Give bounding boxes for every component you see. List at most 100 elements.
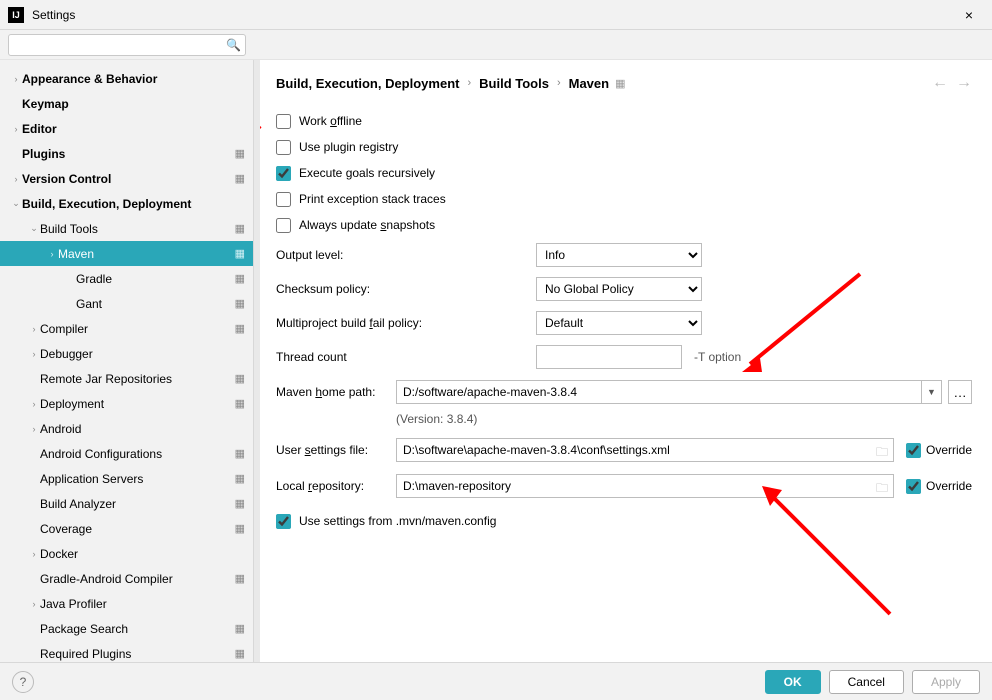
tree-item-build-execution-deployment[interactable]: ⌄Build, Execution, Deployment: [0, 191, 253, 216]
scope-icon: ▦: [615, 77, 625, 90]
tree-item-docker[interactable]: ›Docker: [0, 541, 253, 566]
output-level-select[interactable]: Info: [536, 243, 702, 267]
expand-icon[interactable]: ›: [46, 249, 58, 259]
tree-item-remote-jar-repositories[interactable]: Remote Jar Repositories▦: [0, 366, 253, 391]
expand-icon[interactable]: ›: [28, 549, 40, 559]
tree-item-compiler[interactable]: ›Compiler▦: [0, 316, 253, 341]
tree-item-build-analyzer[interactable]: Build Analyzer▦: [0, 491, 253, 516]
tree-item-label: Build Tools: [40, 222, 235, 236]
override-label[interactable]: Override: [926, 443, 972, 457]
output-level-label: Output level:: [276, 248, 536, 262]
maven-version-note: (Version: 3.8.4): [276, 412, 972, 426]
local-repo-input[interactable]: [396, 474, 894, 498]
breadcrumb-a[interactable]: Build, Execution, Deployment: [276, 76, 459, 91]
scope-icon: ▦: [235, 397, 245, 410]
maven-home-label[interactable]: Maven home path:: [276, 385, 396, 399]
tree-item-appearance-behavior[interactable]: ›Appearance & Behavior: [0, 66, 253, 91]
nav-forward-icon[interactable]: →: [956, 74, 972, 92]
breadcrumb-b[interactable]: Build Tools: [479, 76, 549, 91]
expand-icon[interactable]: ›: [10, 174, 22, 184]
thread-count-input[interactable]: [536, 345, 682, 369]
maven-home-input[interactable]: [396, 380, 922, 404]
expand-icon[interactable]: ›: [28, 599, 40, 609]
cancel-button[interactable]: Cancel: [829, 670, 904, 694]
search-icon: 🔍: [226, 38, 241, 52]
execute-recursive-label[interactable]: Execute goals recursively: [299, 166, 435, 180]
scope-icon: ▦: [235, 147, 245, 160]
tree-item-label: Appearance & Behavior: [22, 72, 245, 86]
expand-icon[interactable]: ›: [28, 324, 40, 334]
expand-icon[interactable]: ⌄: [28, 223, 40, 234]
breadcrumb-c[interactable]: Maven: [569, 76, 609, 91]
help-button[interactable]: ?: [12, 671, 34, 693]
use-mvn-config-checkbox[interactable]: [276, 514, 291, 529]
tree-item-package-search[interactable]: Package Search▦: [0, 616, 253, 641]
tree-item-label: Plugins: [22, 147, 235, 161]
tree-item-gradle-android-compiler[interactable]: Gradle-Android Compiler▦: [0, 566, 253, 591]
tree-item-version-control[interactable]: ›Version Control▦: [0, 166, 253, 191]
annotation-arrow: [760, 484, 900, 624]
apply-button[interactable]: Apply: [912, 670, 980, 694]
tree-item-label: Android: [40, 422, 245, 436]
scope-icon: ▦: [235, 572, 245, 585]
tree-item-deployment[interactable]: ›Deployment▦: [0, 391, 253, 416]
fail-policy-select[interactable]: Default: [536, 311, 702, 335]
work-offline-checkbox[interactable]: [276, 114, 291, 129]
expand-icon[interactable]: ›: [28, 399, 40, 409]
tree-item-gradle[interactable]: Gradle▦: [0, 266, 253, 291]
use-mvn-config-label[interactable]: Use settings from .mvn/maven.config: [299, 514, 496, 528]
local-repo-override-checkbox[interactable]: [906, 479, 921, 494]
folder-icon[interactable]: 🗀: [876, 479, 888, 500]
ok-button[interactable]: OK: [765, 670, 821, 694]
settings-tree[interactable]: ›Appearance & BehaviorKeymap›EditorPlugi…: [0, 60, 254, 662]
tree-item-plugins[interactable]: Plugins▦: [0, 141, 253, 166]
tree-item-label: Maven: [58, 247, 235, 261]
tree-item-label: Gradle: [76, 272, 235, 286]
local-repo-label[interactable]: Local repository:: [276, 479, 396, 493]
tree-item-android-configurations[interactable]: Android Configurations▦: [0, 441, 253, 466]
tree-item-keymap[interactable]: Keymap: [0, 91, 253, 116]
tree-item-label: Application Servers: [40, 472, 235, 486]
user-settings-label[interactable]: User settings file:: [276, 443, 396, 457]
tree-item-editor[interactable]: ›Editor: [0, 116, 253, 141]
print-traces-checkbox[interactable]: [276, 192, 291, 207]
scope-icon: ▦: [235, 522, 245, 535]
tree-item-debugger[interactable]: ›Debugger: [0, 341, 253, 366]
user-settings-override-checkbox[interactable]: [906, 443, 921, 458]
expand-icon[interactable]: ›: [28, 424, 40, 434]
update-snapshots-checkbox[interactable]: [276, 218, 291, 233]
maven-form: Work offline Use plugin registry Execute…: [260, 104, 992, 662]
tree-item-gant[interactable]: Gant▦: [0, 291, 253, 316]
tree-item-label: Android Configurations: [40, 447, 235, 461]
execute-recursive-checkbox[interactable]: [276, 166, 291, 181]
tree-item-coverage[interactable]: Coverage▦: [0, 516, 253, 541]
override-label[interactable]: Override: [926, 479, 972, 493]
maven-home-browse-button[interactable]: …: [948, 380, 972, 404]
expand-icon[interactable]: ›: [10, 124, 22, 134]
checksum-select[interactable]: No Global Policy: [536, 277, 702, 301]
maven-home-dropdown[interactable]: ▼: [922, 380, 942, 404]
footer: ? OK Cancel Apply: [0, 662, 992, 700]
search-input[interactable]: [8, 34, 246, 56]
plugin-registry-label[interactable]: Use plugin registry: [299, 140, 398, 154]
user-settings-input[interactable]: [396, 438, 894, 462]
expand-icon[interactable]: ›: [28, 349, 40, 359]
tree-item-build-tools[interactable]: ⌄Build Tools▦: [0, 216, 253, 241]
update-snapshots-label[interactable]: Always update snapshots: [299, 218, 435, 232]
expand-icon[interactable]: ›: [10, 74, 22, 84]
thread-count-label: Thread count: [276, 350, 536, 364]
tree-item-maven[interactable]: ›Maven▦: [0, 241, 253, 266]
tree-item-android[interactable]: ›Android: [0, 416, 253, 441]
tree-item-required-plugins[interactable]: Required Plugins▦: [0, 641, 253, 662]
tree-item-application-servers[interactable]: Application Servers▦: [0, 466, 253, 491]
tree-item-java-profiler[interactable]: ›Java Profiler: [0, 591, 253, 616]
folder-icon[interactable]: 🗀: [876, 443, 888, 464]
tree-item-label: Deployment: [40, 397, 235, 411]
plugin-registry-checkbox[interactable]: [276, 140, 291, 155]
nav-back-icon[interactable]: ←: [932, 74, 948, 92]
work-offline-label[interactable]: Work offline: [299, 114, 362, 128]
expand-icon[interactable]: ⌄: [10, 198, 22, 209]
fail-policy-label[interactable]: Multiproject build fail policy:: [276, 316, 536, 330]
print-traces-label[interactable]: Print exception stack traces: [299, 192, 446, 206]
close-icon[interactable]: ×: [954, 7, 984, 23]
